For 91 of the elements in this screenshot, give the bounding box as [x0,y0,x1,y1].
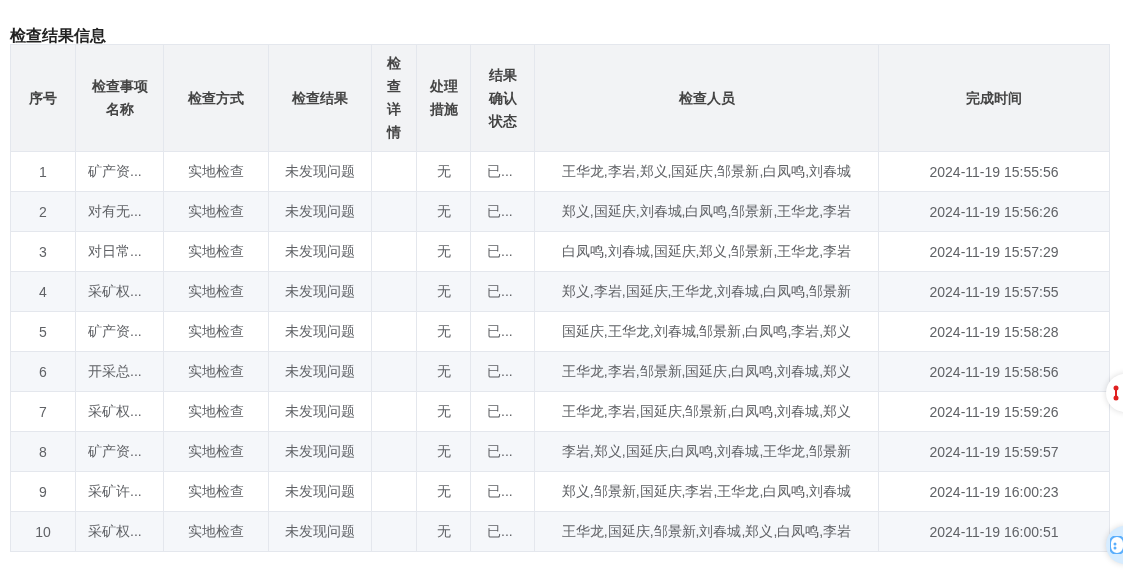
table-cell: 已... [470,231,535,272]
table-cell: 2024-11-19 15:58:28 [878,311,1110,352]
table-cell: 无 [416,311,471,352]
table-cell: 无 [416,391,471,432]
table-cell: 开采总... [75,351,164,392]
table-cell: 3 [10,231,76,272]
table-cell: 已... [470,471,535,512]
table-cell: 2024-11-19 15:58:56 [878,351,1110,392]
table-cell: 未发现问题 [268,471,372,512]
table-cell: 实地检查 [163,271,269,312]
table-cell: 实地检查 [163,351,269,392]
table-cell: 未发现问题 [268,191,372,232]
table-cell: 实地检查 [163,231,269,272]
table-cell: 5 [10,311,76,352]
table-cell: 7 [10,391,76,432]
table-cell: 6 [10,351,76,392]
table-cell: 无 [416,511,471,552]
table-cell: 无 [416,431,471,472]
table-cell: 王华龙,李岩,国延庆,邹景新,白凤鸣,刘春城,郑义 [534,391,879,432]
table-cell: 采矿权... [75,511,164,552]
table-cell: 矿产资... [75,311,164,352]
table-cell: 未发现问题 [268,391,372,432]
column-header: 处理措施 [416,44,471,152]
table-cell: 2024-11-19 16:00:51 [878,511,1110,552]
table-cell: 实地检查 [163,511,269,552]
table-cell: 王华龙,李岩,邹景新,国延庆,白凤鸣,刘春城,郑义 [534,351,879,392]
table-cell: 已... [470,391,535,432]
table-cell: 2024-11-19 15:56:26 [878,191,1110,232]
table-cell: 实地检查 [163,471,269,512]
table-cell: 1 [10,151,76,192]
table-cell: 实地检查 [163,191,269,232]
table-cell: 2024-11-19 16:00:23 [878,471,1110,512]
table-cell: 实地检查 [163,431,269,472]
table-cell: 实地检查 [163,311,269,352]
table-cell: 王华龙,李岩,郑义,国延庆,邹景新,白凤鸣,刘春城 [534,151,879,192]
table-cell: 2 [10,191,76,232]
table-cell: 2024-11-19 15:57:29 [878,231,1110,272]
column-header: 完成时间 [878,44,1110,152]
table-cell: 采矿权... [75,271,164,312]
column-header: 检查人员 [534,44,879,152]
link-icon [1113,385,1119,401]
table-cell: 采矿权... [75,391,164,432]
table-cell: 已... [470,151,535,192]
table-cell: 未发现问题 [268,431,372,472]
table-cell: 无 [416,351,471,392]
table-cell: 未发现问题 [268,511,372,552]
table-cell: 10 [10,511,76,552]
table-cell: 无 [416,151,471,192]
table-cell: 无 [416,191,471,232]
table-cell: 已... [470,431,535,472]
column-header: 检查结果 [268,44,372,152]
table-cell: 实地检查 [163,151,269,192]
table-cell: 已... [470,271,535,312]
table-cell: 郑义,邹景新,国延庆,李岩,王华龙,白凤鸣,刘春城 [534,471,879,512]
table-cell: 2024-11-19 15:57:55 [878,271,1110,312]
column-header: 结果确认状态 [470,44,535,152]
table-cell: 无 [416,471,471,512]
column-header: 检查详情 [371,44,417,152]
table-cell: 采矿许... [75,471,164,512]
table-cell: 对日常... [75,231,164,272]
table-cell: 矿产资... [75,431,164,472]
column-header: 检查方式 [163,44,269,152]
table-cell: 2024-11-19 15:59:57 [878,431,1110,472]
table-cell: 国延庆,王华龙,刘春城,邹景新,白凤鸣,李岩,郑义 [534,311,879,352]
table-cell: 已... [470,351,535,392]
table-cell: 矿产资... [75,151,164,192]
table-cell: 无 [416,271,471,312]
column-header: 序号 [10,44,76,152]
table-cell: 未发现问题 [268,151,372,192]
table-cell: 白凤鸣,刘春城,国延庆,郑义,邹景新,王华龙,李岩 [534,231,879,272]
table-cell: 未发现问题 [268,311,372,352]
table-cell: 郑义,国延庆,刘春城,白凤鸣,邹景新,王华龙,李岩 [534,191,879,232]
table-cell: 2024-11-19 15:55:56 [878,151,1110,192]
table-cell: 9 [10,471,76,512]
table-cell: 未发现问题 [268,231,372,272]
table-cell: 已... [470,311,535,352]
table-cell: 4 [10,271,76,312]
column-header: 检查事项名称 [75,44,164,152]
table-cell: 郑义,李岩,国延庆,王华龙,刘春城,白凤鸣,邹景新 [534,271,879,312]
table-cell: 实地检查 [163,391,269,432]
assistant-icon [1110,536,1123,554]
table-cell: 对有无... [75,191,164,232]
table-cell: 已... [470,191,535,232]
table-cell: 未发现问题 [268,351,372,392]
table-cell: 未发现问题 [268,271,372,312]
table-cell: 王华龙,国延庆,邹景新,刘春城,郑义,白凤鸣,李岩 [534,511,879,552]
table-cell: 已... [470,511,535,552]
table-cell: 8 [10,431,76,472]
table-cell: 李岩,郑义,国延庆,白凤鸣,刘春城,王华龙,邹景新 [534,431,879,472]
table-cell: 无 [416,231,471,272]
section-title: 检查结果信息 [9,26,107,44]
